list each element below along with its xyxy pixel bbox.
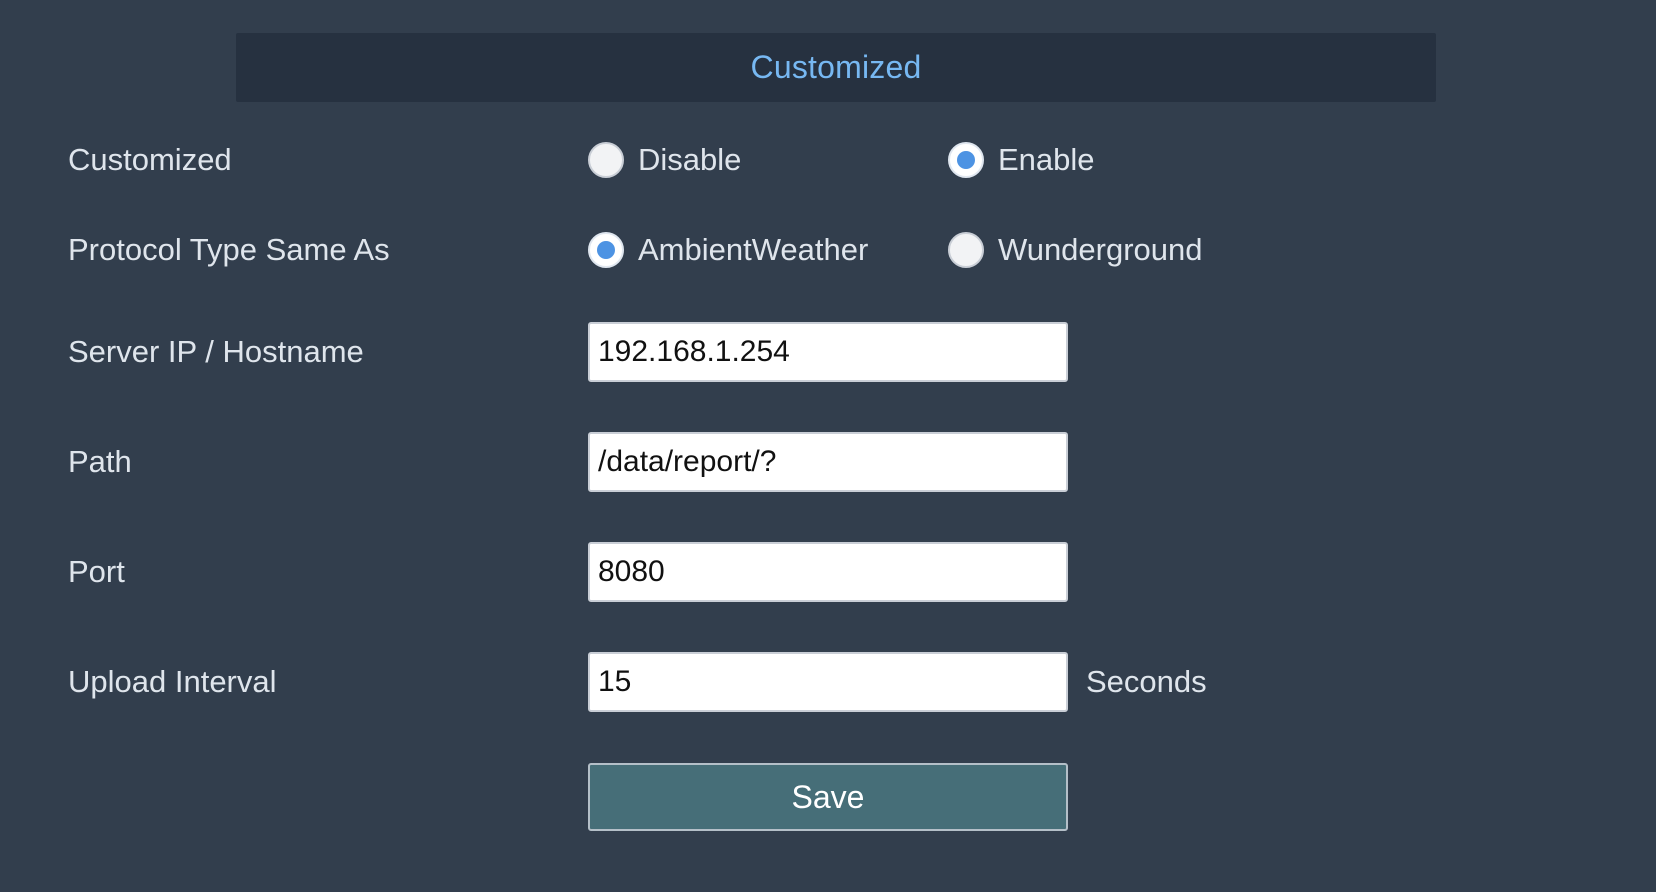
customized-enable-label: Enable — [998, 142, 1095, 177]
save-button[interactable]: Save — [588, 763, 1068, 831]
customized-row: Customized Disable Enable — [0, 130, 1656, 190]
server-input[interactable] — [588, 322, 1068, 382]
protocol-row: Protocol Type Same As AmbientWeather Wun… — [0, 220, 1656, 280]
customized-disable-radio[interactable] — [588, 142, 624, 178]
path-label: Path — [68, 444, 132, 479]
path-row: Path — [0, 432, 1656, 492]
protocol-wunderground-radio[interactable] — [948, 232, 984, 268]
protocol-ambientweather-radio[interactable] — [588, 232, 624, 268]
protocol-ambientweather-option[interactable]: AmbientWeather — [588, 232, 868, 268]
interval-input[interactable] — [588, 652, 1068, 712]
section-title: Customized — [750, 49, 922, 85]
path-input[interactable] — [588, 432, 1068, 492]
protocol-wunderground-option[interactable]: Wunderground — [948, 232, 1203, 268]
protocol-ambientweather-label: AmbientWeather — [638, 232, 869, 267]
port-row: Port — [0, 542, 1656, 602]
port-label: Port — [68, 554, 125, 589]
interval-unit-label: Seconds — [1086, 664, 1207, 699]
customized-disable-option[interactable]: Disable — [588, 142, 741, 178]
customized-enable-option[interactable]: Enable — [948, 142, 1095, 178]
server-label: Server IP / Hostname — [68, 334, 364, 369]
interval-label: Upload Interval — [68, 664, 277, 699]
customized-disable-label: Disable — [638, 142, 742, 177]
customized-label: Customized — [68, 142, 232, 177]
server-row: Server IP / Hostname — [0, 322, 1656, 382]
interval-row: Upload Interval Seconds — [0, 652, 1656, 712]
port-input[interactable] — [588, 542, 1068, 602]
customized-enable-radio[interactable] — [948, 142, 984, 178]
section-header: Customized — [236, 33, 1436, 102]
protocol-wunderground-label: Wunderground — [998, 232, 1203, 267]
protocol-label: Protocol Type Same As — [68, 232, 390, 267]
